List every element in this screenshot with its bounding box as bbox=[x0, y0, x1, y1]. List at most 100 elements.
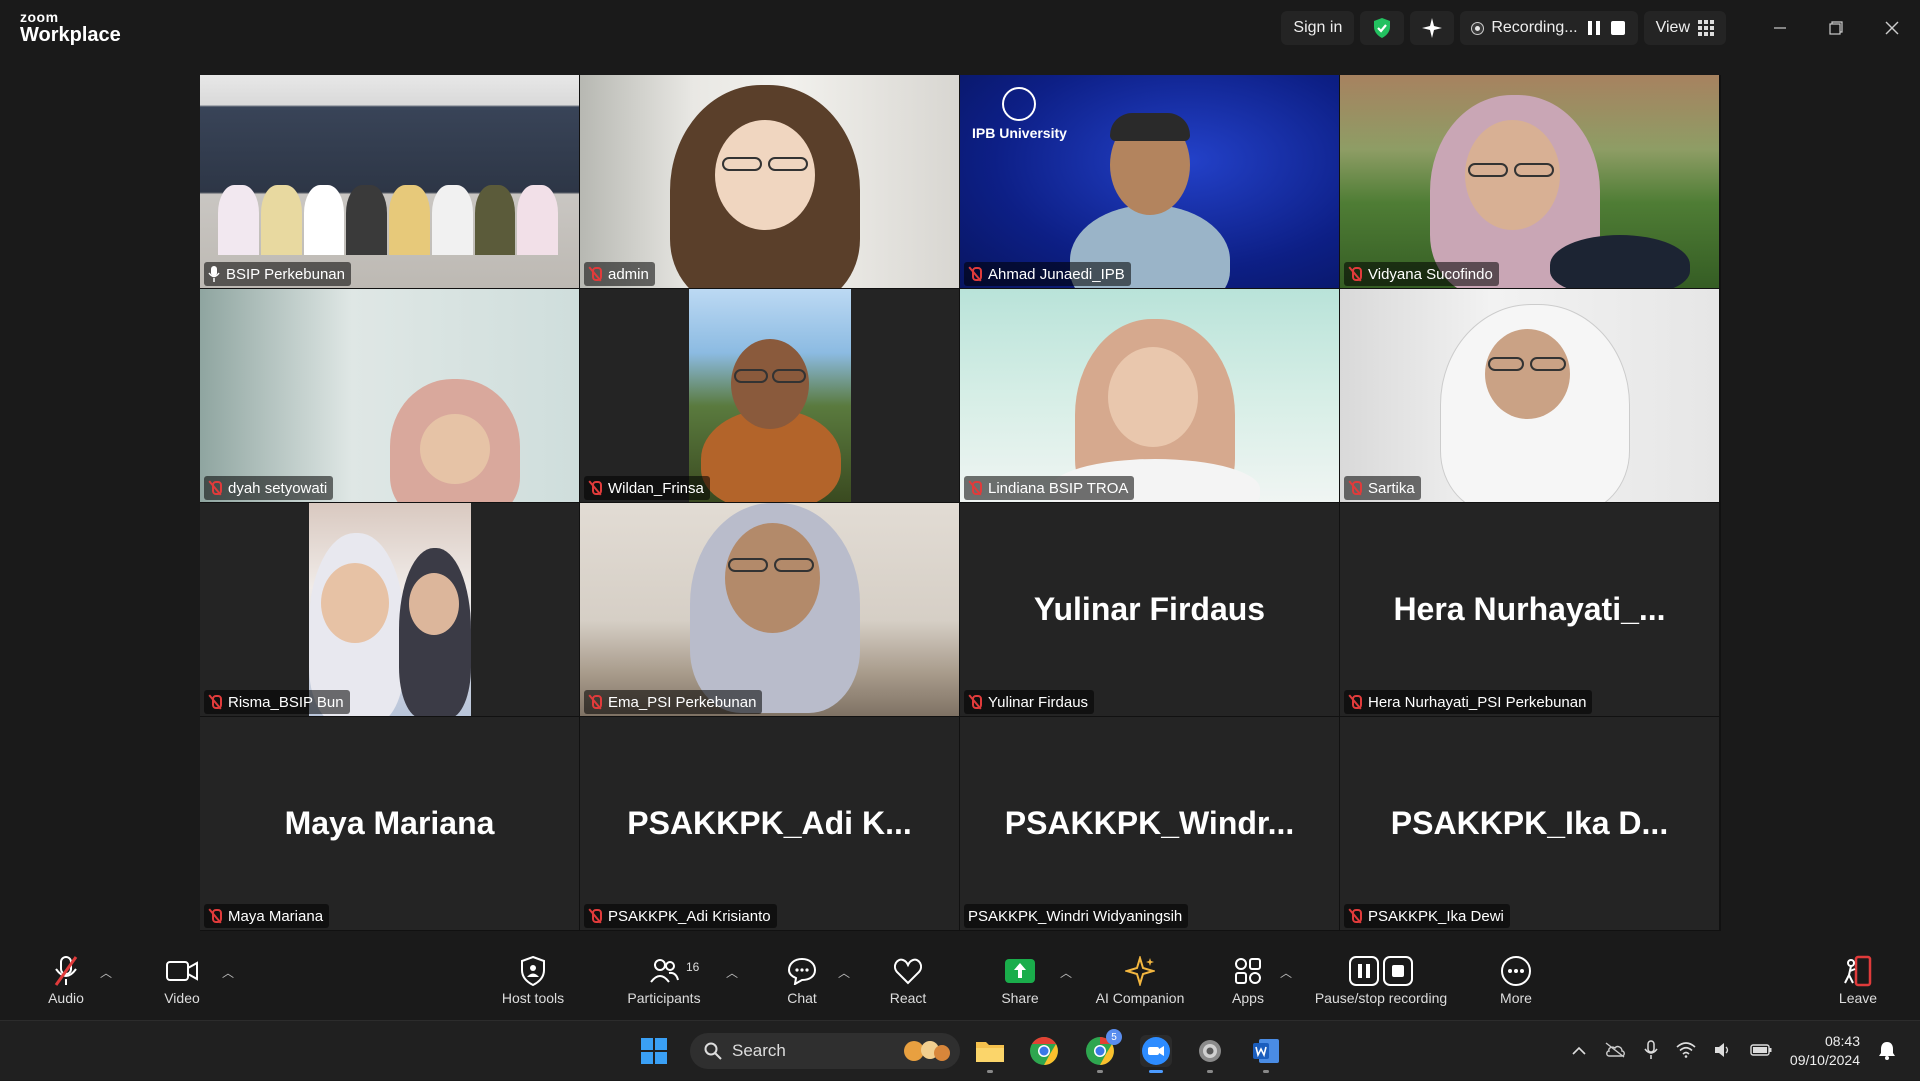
chat-options-caret-icon[interactable]: ︿ bbox=[838, 964, 850, 981]
participant-video bbox=[580, 503, 959, 716]
windows-start-icon[interactable] bbox=[638, 1035, 670, 1067]
share-options-caret-icon[interactable]: ︿ bbox=[1060, 964, 1072, 981]
wifi-icon[interactable] bbox=[1676, 1041, 1696, 1061]
video-tile[interactable]: Ema_PSI Perkebunan bbox=[580, 503, 959, 716]
video-tile[interactable]: Hera Nurhayati_... Hera Nurhayati_PSI Pe… bbox=[1340, 503, 1719, 716]
video-tile[interactable]: BSIP Perkebunan bbox=[200, 75, 579, 288]
participant-name-label: PSAKKPK_Ika Dewi bbox=[1344, 904, 1510, 928]
apps-label: Apps bbox=[1232, 990, 1264, 1006]
sign-in-label: Sign in bbox=[1293, 19, 1343, 36]
participant-name: PSAKKPK_Ika Dewi bbox=[1368, 907, 1504, 925]
view-button[interactable]: View bbox=[1643, 11, 1726, 45]
mic-muted-icon bbox=[588, 266, 602, 282]
participant-name: PSAKKPK_Adi Krisianto bbox=[608, 907, 771, 925]
video-tile[interactable]: PSAKKPK_Adi K... PSAKKPK_Adi Krisianto bbox=[580, 717, 959, 930]
pause-recording-icon[interactable] bbox=[1586, 20, 1602, 36]
ai-companion-label: AI Companion bbox=[1095, 990, 1185, 1006]
video-options-caret-icon[interactable]: ︿ bbox=[222, 964, 234, 981]
participant-name-label: PSAKKPK_Adi Krisianto bbox=[584, 904, 777, 928]
video-button[interactable]: Video bbox=[127, 954, 237, 1006]
participants-options-caret-icon[interactable]: ︿ bbox=[726, 964, 738, 981]
ai-companion-button[interactable]: AI Companion bbox=[1085, 954, 1195, 1006]
onedrive-cloud-icon[interactable] bbox=[1604, 1041, 1626, 1061]
sign-in-button[interactable]: Sign in bbox=[1281, 11, 1355, 45]
taskbar-search-box[interactable]: Search bbox=[690, 1033, 960, 1069]
word-icon[interactable] bbox=[1250, 1035, 1282, 1073]
minimize-icon[interactable] bbox=[1752, 0, 1808, 56]
microphone-in-use-icon[interactable] bbox=[1644, 1039, 1658, 1063]
clock-date: 09/10/2024 bbox=[1789, 1052, 1860, 1068]
video-tile[interactable]: dyah setyowati bbox=[200, 289, 579, 502]
video-tile[interactable]: PSAKKPK_Ika D... PSAKKPK_Ika Dewi bbox=[1340, 717, 1719, 930]
chrome-profile-icon[interactable]: 5 bbox=[1084, 1029, 1122, 1073]
apps-icon bbox=[1235, 958, 1261, 984]
react-label: React bbox=[889, 990, 927, 1006]
chrome-icon[interactable] bbox=[1028, 1035, 1060, 1067]
volume-icon[interactable] bbox=[1714, 1042, 1732, 1061]
participant-video bbox=[1340, 75, 1719, 288]
participant-display-name: Hera Nurhayati_... bbox=[1393, 591, 1666, 627]
ai-sparkle-icon[interactable] bbox=[1410, 11, 1455, 45]
mic-active-icon bbox=[208, 266, 220, 282]
participants-button[interactable]: Participants bbox=[609, 954, 719, 1006]
video-tile[interactable]: Lindiana BSIP TROA bbox=[960, 289, 1339, 502]
mic-muted-icon bbox=[208, 480, 222, 496]
participant-video bbox=[960, 289, 1339, 502]
participant-name-label: Hera Nurhayati_PSI Perkebunan bbox=[1344, 690, 1593, 714]
security-shield-icon[interactable] bbox=[1360, 11, 1405, 45]
share-button[interactable]: Share bbox=[965, 954, 1075, 1006]
zoom-workplace-logo: zoom Workplace bbox=[20, 10, 121, 45]
restore-icon[interactable] bbox=[1808, 0, 1864, 56]
heart-icon bbox=[893, 958, 923, 985]
video-tile[interactable]: admin bbox=[580, 75, 959, 288]
audio-options-caret-icon[interactable]: ︿ bbox=[100, 964, 112, 981]
notification-bell-icon[interactable] bbox=[1878, 1040, 1896, 1063]
video-tile[interactable]: PSAKKPK_Windr... PSAKKPK_Windri Widyanin… bbox=[960, 717, 1339, 930]
more-button[interactable]: More bbox=[1461, 954, 1571, 1006]
recording-indicator[interactable]: Recording... bbox=[1460, 11, 1638, 45]
video-tile[interactable]: Yulinar Firdaus Yulinar Firdaus bbox=[960, 503, 1339, 716]
leave-label: Leave bbox=[1838, 990, 1878, 1006]
participants-label: Participants bbox=[627, 990, 701, 1006]
file-explorer-icon[interactable] bbox=[974, 1035, 1006, 1073]
leave-button[interactable]: Leave bbox=[1803, 954, 1913, 1006]
participant-name: Risma_BSIP Bun bbox=[228, 693, 344, 711]
video-tile[interactable]: Wildan_Frinsa bbox=[580, 289, 959, 502]
participant-video bbox=[580, 75, 959, 288]
settings-gear-icon[interactable] bbox=[1194, 1035, 1226, 1073]
share-label: Share bbox=[1001, 990, 1039, 1006]
audio-label: Audio bbox=[48, 990, 84, 1006]
stop-recording-icon[interactable] bbox=[1610, 20, 1626, 36]
participant-name: dyah setyowati bbox=[228, 479, 328, 497]
search-placeholder: Search bbox=[732, 1041, 786, 1060]
participant-name: admin bbox=[608, 265, 649, 283]
participant-name-label: Risma_BSIP Bun bbox=[204, 690, 350, 714]
participant-display-name: PSAKKPK_Adi K... bbox=[627, 805, 912, 841]
shield-icon bbox=[521, 956, 545, 986]
pause-icon bbox=[1349, 956, 1379, 986]
participants-icon bbox=[650, 959, 679, 983]
video-tile[interactable]: Vidyana Sucofindo bbox=[1340, 75, 1719, 288]
close-icon[interactable] bbox=[1864, 0, 1920, 56]
apps-options-caret-icon[interactable]: ︿ bbox=[1280, 964, 1292, 981]
taskbar-clock[interactable]: 08:43 09/10/2024 bbox=[1790, 1032, 1860, 1070]
zoom-taskbar-icon[interactable] bbox=[1140, 1035, 1172, 1073]
participant-name: Hera Nurhayati_PSI Perkebunan bbox=[1368, 693, 1587, 711]
participant-name-label: Wildan_Frinsa bbox=[584, 476, 710, 500]
view-label: View bbox=[1655, 19, 1690, 36]
video-tile[interactable]: Risma_BSIP Bun bbox=[200, 503, 579, 716]
battery-icon[interactable] bbox=[1750, 1043, 1772, 1059]
show-hidden-icons-chevron-icon[interactable] bbox=[1572, 1043, 1586, 1059]
mic-muted-icon bbox=[968, 266, 982, 282]
react-button[interactable]: React bbox=[853, 954, 963, 1006]
ipb-logo-text: IPB University bbox=[972, 125, 1067, 141]
pause-stop-recording-button[interactable]: Pause/stop recording bbox=[1301, 954, 1461, 1006]
mic-muted-icon bbox=[1348, 266, 1362, 282]
ipb-university-logo: IPB University bbox=[972, 87, 1067, 141]
host-tools-button[interactable]: Host tools bbox=[478, 954, 588, 1006]
video-tile[interactable]: IPB University Ahmad Junaedi_IPB bbox=[960, 75, 1339, 288]
search-icon bbox=[704, 1042, 722, 1060]
video-tile[interactable]: Sartika bbox=[1340, 289, 1719, 502]
stop-icon bbox=[1383, 956, 1413, 986]
video-tile[interactable]: Maya Mariana Maya Mariana bbox=[200, 717, 579, 930]
